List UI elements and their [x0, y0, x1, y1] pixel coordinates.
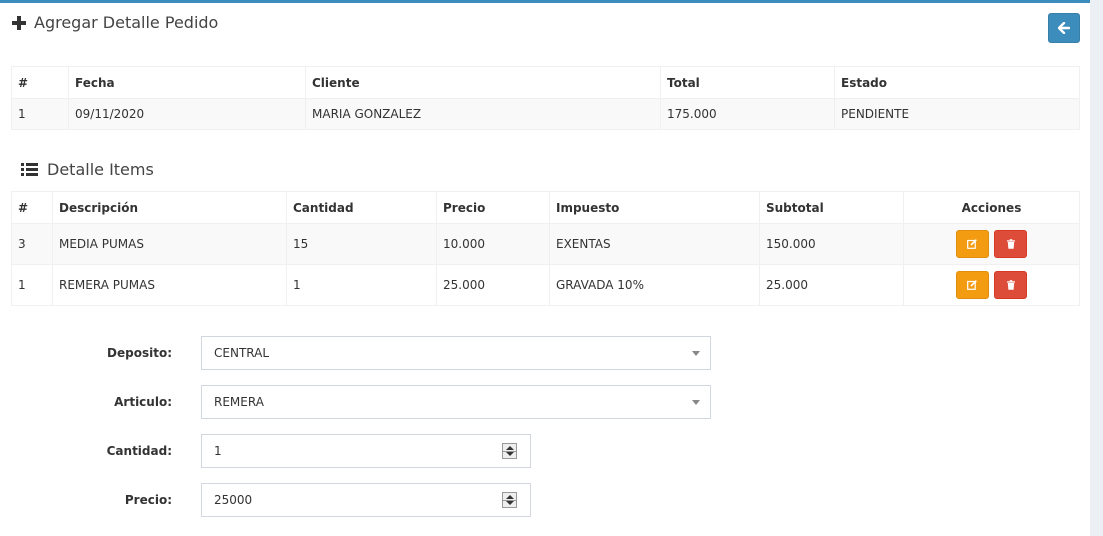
chevron-down-icon	[692, 400, 700, 405]
deposito-value: CENTRAL	[214, 346, 270, 360]
column-header: Total	[660, 66, 835, 99]
main-box: Agregar Detalle Pedido # Fecha Cliente T…	[0, 0, 1090, 536]
table-cell: 15	[286, 223, 437, 265]
number-spinner[interactable]	[502, 492, 517, 508]
actions-cell	[903, 264, 1080, 306]
table-row: 3 MEDIA PUMAS 15 10.000 EXENTAS 150.000	[11, 223, 1080, 265]
table-cell: 175.000	[660, 98, 835, 130]
edit-icon	[967, 239, 977, 249]
precio-label: Precio:	[124, 493, 172, 507]
delete-button[interactable]	[994, 230, 1028, 258]
delete-button[interactable]	[994, 271, 1028, 299]
table-cell: 09/11/2020	[68, 98, 306, 130]
table-cell: 1	[11, 264, 53, 306]
list-icon	[21, 163, 38, 176]
page-title: Agregar Detalle Pedido	[34, 13, 219, 32]
section-title-text: Detalle Items	[47, 160, 154, 179]
precio-value: 25000	[214, 493, 253, 507]
cantidad-value: 1	[214, 444, 222, 458]
edit-button[interactable]	[955, 271, 989, 299]
column-header: Cliente	[305, 66, 661, 99]
edit-icon	[967, 280, 977, 290]
deposito-label: Deposito:	[107, 346, 172, 360]
column-header: Descripción	[52, 191, 287, 224]
column-header: Subtotal	[759, 191, 904, 224]
column-header: Precio	[436, 191, 550, 224]
table-header-row: # Descripción Cantidad Precio Impuesto S…	[11, 191, 1080, 224]
table-header-row: # Fecha Cliente Total Estado	[11, 66, 1080, 99]
back-button[interactable]	[1048, 13, 1080, 43]
articulo-select[interactable]: REMERA	[201, 385, 711, 419]
table-cell: 25.000	[436, 264, 550, 306]
actions-cell	[903, 223, 1080, 265]
order-table: # Fecha Cliente Total Estado 1 09/11/202…	[11, 66, 1080, 130]
deposito-select[interactable]: CENTRAL	[201, 336, 711, 370]
trash-icon	[1006, 280, 1015, 290]
trash-icon	[1006, 239, 1015, 249]
column-header: Cantidad	[286, 191, 437, 224]
articulo-value: REMERA	[214, 395, 264, 409]
table-cell: 10.000	[436, 223, 550, 265]
column-header: Acciones	[903, 191, 1080, 224]
column-header: #	[11, 191, 53, 224]
table-cell: EXENTAS	[549, 223, 760, 265]
column-header: Estado	[834, 66, 1080, 99]
arrow-left-icon	[1058, 22, 1070, 34]
table-cell: 25.000	[759, 264, 904, 306]
table-cell: MARIA GONZALEZ	[305, 98, 661, 130]
column-header: #	[11, 66, 69, 99]
table-cell: MEDIA PUMAS	[52, 223, 287, 265]
precio-input[interactable]: 25000	[201, 483, 531, 517]
cantidad-label: Cantidad:	[106, 444, 172, 458]
number-spinner[interactable]	[502, 443, 517, 459]
table-cell: 150.000	[759, 223, 904, 265]
page-header: Agregar Detalle Pedido	[12, 13, 218, 32]
table-row: 1 09/11/2020 MARIA GONZALEZ 175.000 PEND…	[11, 98, 1080, 130]
table-cell: 1	[286, 264, 437, 306]
items-table: # Descripción Cantidad Precio Impuesto S…	[11, 191, 1080, 306]
column-header: Fecha	[68, 66, 306, 99]
chevron-down-icon	[692, 351, 700, 356]
edit-button[interactable]	[955, 230, 989, 258]
plus-icon	[12, 15, 26, 30]
items-section-title: Detalle Items	[21, 160, 154, 179]
table-row: 1 REMERA PUMAS 1 25.000 GRAVADA 10% 25.0…	[11, 264, 1080, 306]
table-cell: 3	[11, 223, 53, 265]
column-header: Impuesto	[549, 191, 760, 224]
table-cell: 1	[11, 98, 69, 130]
articulo-label: Articulo:	[114, 395, 172, 409]
cantidad-input[interactable]: 1	[201, 434, 531, 468]
table-cell: PENDIENTE	[834, 98, 1080, 130]
table-cell: REMERA PUMAS	[52, 264, 287, 306]
table-cell: GRAVADA 10%	[549, 264, 760, 306]
